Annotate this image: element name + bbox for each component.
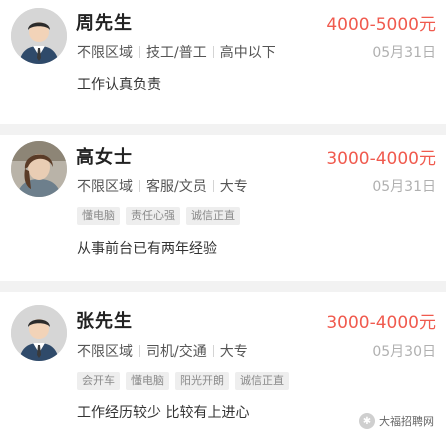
meta-education: 大专 bbox=[219, 344, 248, 360]
meta-position: 客服/文员 bbox=[146, 179, 207, 195]
resume-card[interactable]: 高女士 3000-4000元 不限区域 客服/文员 大专 05月31日 懂电脑 … bbox=[0, 135, 446, 281]
skill-tag: 会开车 bbox=[77, 372, 120, 390]
male-avatar-icon bbox=[11, 8, 67, 64]
wechat-icon: ✱ bbox=[359, 413, 375, 429]
applicant-name: 高女士 bbox=[76, 147, 133, 168]
expected-salary: 4000-5000元 bbox=[326, 15, 436, 35]
divider bbox=[139, 345, 140, 357]
post-date: 05月30日 bbox=[372, 344, 436, 360]
meta-position: 司机/交通 bbox=[146, 344, 207, 360]
resume-card[interactable]: 张先生 3000-4000元 不限区域 司机/交通 大专 05月30日 会开车 … bbox=[0, 292, 446, 441]
applicant-description: 从事前台已有两年经验 bbox=[77, 241, 217, 257]
applicant-name: 周先生 bbox=[76, 13, 133, 34]
applicant-meta: 不限区域 客服/文员 大专 bbox=[77, 176, 248, 196]
skill-tag: 诚信正直 bbox=[235, 372, 289, 390]
skill-tag: 懂电脑 bbox=[126, 372, 169, 390]
divider bbox=[139, 46, 140, 58]
meta-education: 高中以下 bbox=[219, 45, 276, 61]
meta-area: 不限区域 bbox=[77, 179, 133, 195]
user-photo-avatar bbox=[11, 141, 67, 197]
skill-tag: 懂电脑 bbox=[77, 207, 120, 225]
post-date: 05月31日 bbox=[372, 179, 436, 195]
skill-tags: 会开车 懂电脑 阳光开朗 诚信正直 bbox=[77, 372, 289, 390]
meta-education: 大专 bbox=[219, 179, 248, 195]
watermark-text: 大福招聘网 bbox=[379, 415, 434, 428]
applicant-meta: 不限区域 技工/普工 高中以下 bbox=[77, 42, 276, 62]
meta-area: 不限区域 bbox=[77, 344, 133, 360]
expected-salary: 3000-4000元 bbox=[326, 149, 436, 169]
male-avatar-icon bbox=[11, 305, 67, 361]
meta-position: 技工/普工 bbox=[146, 45, 207, 61]
applicant-name: 张先生 bbox=[76, 311, 133, 332]
skill-tags: 懂电脑 责任心强 诚信正直 bbox=[77, 207, 240, 225]
meta-area: 不限区域 bbox=[77, 45, 133, 61]
divider bbox=[139, 180, 140, 192]
skill-tag: 责任心强 bbox=[126, 207, 180, 225]
expected-salary: 3000-4000元 bbox=[326, 313, 436, 333]
skill-tag: 诚信正直 bbox=[186, 207, 240, 225]
divider bbox=[212, 180, 214, 192]
applicant-meta: 不限区域 司机/交通 大专 bbox=[77, 341, 248, 361]
post-date: 05月31日 bbox=[372, 45, 436, 61]
skill-tag: 阳光开朗 bbox=[175, 372, 229, 390]
resume-card[interactable]: 周先生 4000-5000元 不限区域 技工/普工 高中以下 05月31日 工作… bbox=[0, 0, 446, 124]
divider bbox=[212, 46, 214, 58]
watermark: ✱ 大福招聘网 bbox=[359, 413, 434, 429]
applicant-description: 工作认真负责 bbox=[77, 77, 161, 93]
applicant-description: 工作经历较少 比较有上进心 bbox=[77, 405, 250, 421]
divider bbox=[212, 345, 214, 357]
